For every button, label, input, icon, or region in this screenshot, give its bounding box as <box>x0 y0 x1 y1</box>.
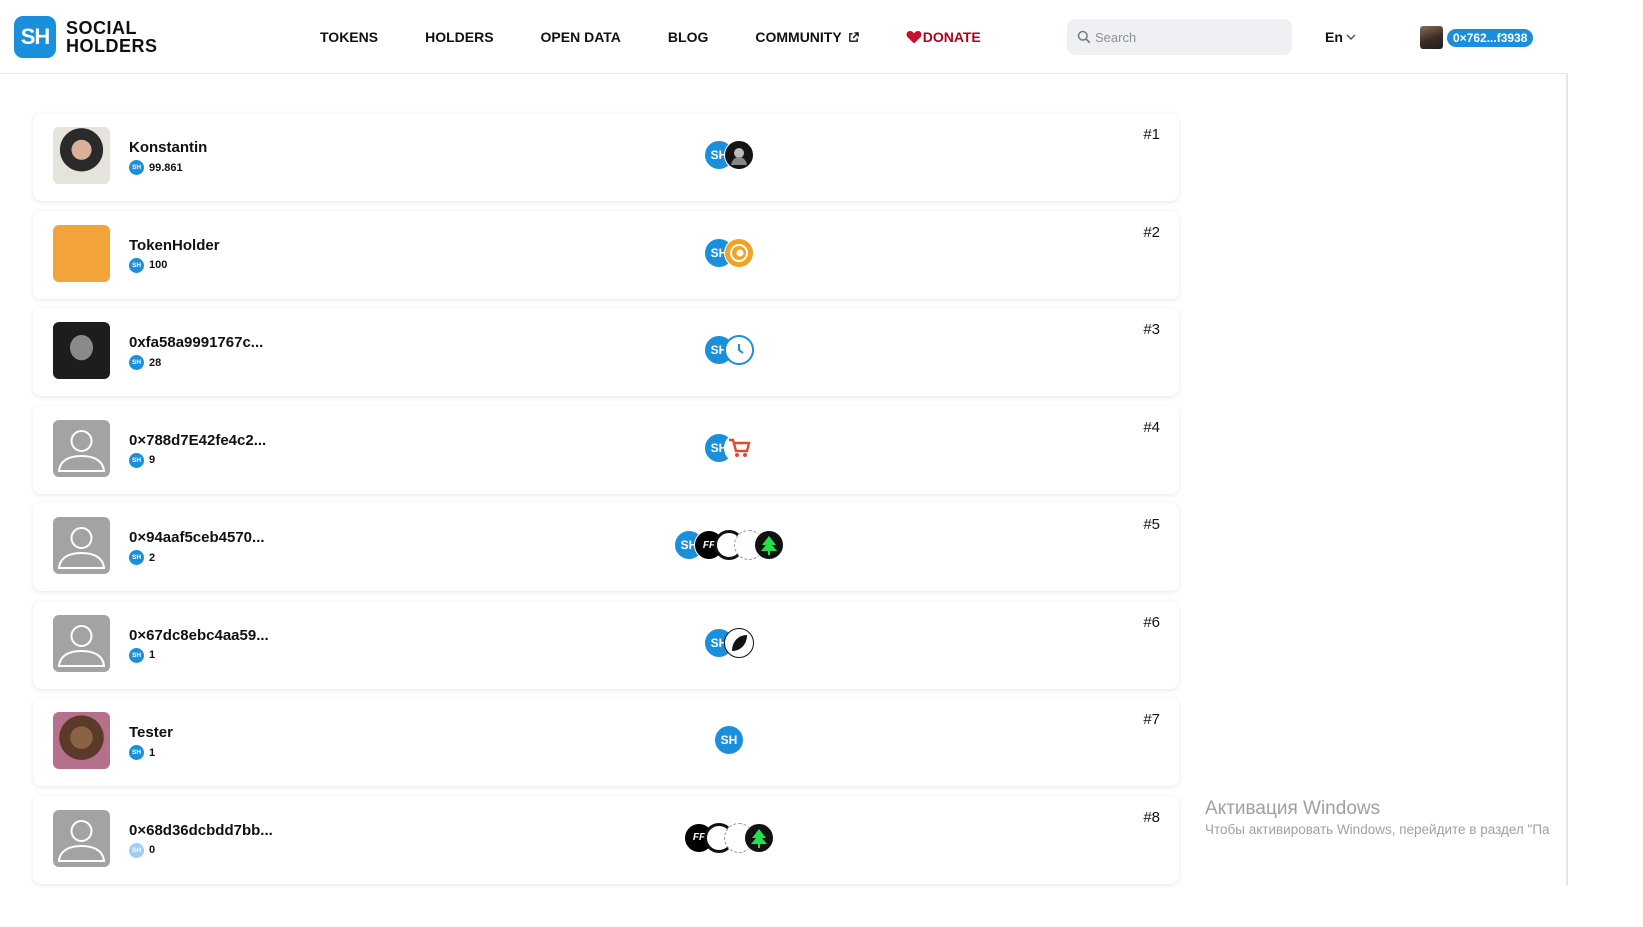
heart-icon <box>906 31 922 44</box>
token-stack: SH <box>33 432 1425 465</box>
sh-token-icon[interactable]: SH <box>714 725 744 755</box>
token-stack: SH <box>33 627 1425 660</box>
holder-rank: #5 <box>1143 516 1160 533</box>
token-stack: SH <box>33 335 1425 367</box>
holder-rank: #3 <box>1143 321 1160 338</box>
nav-open-data[interactable]: OPEN DATA <box>541 29 621 45</box>
nav-tokens[interactable]: TOKENS <box>320 29 378 45</box>
nav-donate[interactable]: DONATE <box>906 29 981 45</box>
holder-rank: #4 <box>1143 418 1160 436</box>
logo[interactable]: SH SOCIAL HOLDERS <box>14 16 158 58</box>
logo-text: SOCIAL HOLDERS <box>66 19 158 55</box>
nav-donate-label: DONATE <box>922 29 981 45</box>
logo-mark: SH <box>14 16 56 58</box>
holder-rank: #2 <box>1143 223 1160 241</box>
nav-community-label: COMMUNITY <box>755 29 842 45</box>
windows-activation-subtitle: Чтобы активировать Windows, перейдите в … <box>1205 822 1550 837</box>
avatar <box>1420 26 1443 49</box>
holder-card[interactable]: 0×67dc8ebc4aa59... SH 1 SH #6 <box>33 600 1179 689</box>
tree-token-icon[interactable] <box>744 822 774 853</box>
search-input[interactable] <box>1095 29 1275 45</box>
chevron-down-icon <box>1346 33 1356 40</box>
cart-token-icon[interactable] <box>724 432 754 463</box>
holder-card[interactable]: 0×788d7E42fe4c2... SH 9 SH #4 <box>33 405 1179 494</box>
holder-card[interactable]: TokenHolder SH 100 SH #2 <box>33 210 1179 299</box>
holder-card[interactable]: Konstantin SH 99.861 SH #1 <box>33 113 1179 201</box>
wallet-account[interactable]: 0×762...f3938 <box>1420 26 1534 49</box>
holder-rank: #7 <box>1143 711 1160 728</box>
nav-community[interactable]: COMMUNITY <box>755 29 859 45</box>
holder-rank: #6 <box>1143 613 1160 631</box>
logo-line1: SOCIAL <box>66 18 138 38</box>
holder-card[interactable]: 0xfa58a9991767c... SH 28 SH #3 <box>33 308 1179 396</box>
token-stack: SH <box>33 140 1425 172</box>
clock-token-icon[interactable] <box>724 335 754 365</box>
token-stack: SH <box>33 725 1425 757</box>
wallet-address-badge: 0×762...f3938 <box>1447 28 1534 47</box>
lion-token-icon[interactable] <box>724 237 754 268</box>
external-link-icon <box>848 31 859 42</box>
holder-card[interactable]: 0×94aaf5ceb4570... SH 2 SH FF #5 <box>33 503 1179 591</box>
search-icon <box>1077 30 1091 44</box>
main-nav: TOKENS HOLDERS OPEN DATA BLOG COMMUNITY … <box>320 29 1028 45</box>
holder-card[interactable]: 0×68d36dcbdd7bb... SH 0 FF #8 <box>33 795 1179 884</box>
holder-rank: #1 <box>1143 126 1160 143</box>
language-selector[interactable]: En <box>1325 29 1356 45</box>
logo-line2: HOLDERS <box>66 36 158 56</box>
leaf-token-icon[interactable] <box>724 627 754 658</box>
token-stack: SH <box>33 237 1425 270</box>
language-label: En <box>1325 29 1343 45</box>
nav-blog[interactable]: BLOG <box>668 29 708 45</box>
holders-list: Konstantin SH 99.861 SH #1 TokenHolder SH 100 SH… <box>33 113 1179 893</box>
search-box[interactable] <box>1067 19 1292 55</box>
top-header: SH SOCIAL HOLDERS TOKENS HOLDERS OPEN DA… <box>0 0 1568 74</box>
token-stack: SH FF <box>33 530 1425 562</box>
tree-token-icon[interactable] <box>754 530 784 560</box>
windows-activation-title: Активация Windows <box>1205 798 1381 819</box>
holder-rank: #8 <box>1143 808 1160 826</box>
portrait-token-icon[interactable] <box>724 140 754 170</box>
nav-holders[interactable]: HOLDERS <box>425 29 493 45</box>
holder-card[interactable]: Tester SH 1 SH #7 <box>33 698 1179 786</box>
scrollbar[interactable] <box>1566 74 1568 885</box>
